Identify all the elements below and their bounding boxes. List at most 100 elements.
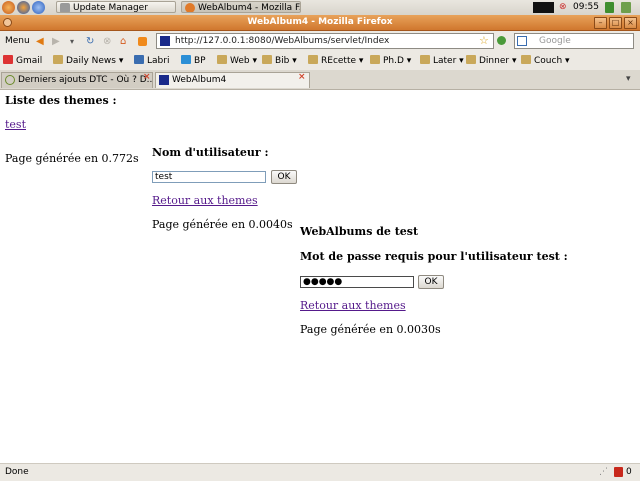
- url-text: http://127.0.0.1:8080/WebAlbums/servlet/…: [175, 36, 390, 46]
- chevron-down-icon: ▾: [115, 56, 124, 66]
- folder-icon: [521, 55, 531, 64]
- url-field[interactable]: http://127.0.0.1:8080/WebAlbums/servlet/…: [156, 33, 494, 49]
- tab-close-icon[interactable]: ×: [298, 73, 306, 82]
- adblock-icon[interactable]: [614, 467, 623, 477]
- folder-icon: [308, 55, 318, 64]
- bookmark-label: Later: [433, 56, 457, 66]
- bookmark-label: Web: [230, 56, 250, 66]
- folder-icon: [370, 55, 380, 64]
- webalbum-favicon: [159, 75, 169, 85]
- folder-icon: [420, 55, 430, 64]
- bookmark-phd[interactable]: Ph.D ▾: [370, 55, 411, 67]
- back-to-themes-link-1[interactable]: Retour aux themes: [152, 194, 258, 207]
- bookmark-recette[interactable]: REcette ▾: [308, 55, 363, 67]
- back-to-themes-link-2[interactable]: Retour aux themes: [300, 299, 406, 312]
- chevron-down-icon: ▾: [289, 56, 297, 66]
- bookmark-dinner[interactable]: Dinner ▾: [466, 55, 516, 67]
- generated-time-3: Page générée en 0.0030s: [300, 323, 441, 336]
- bookmark-later[interactable]: Later ▾: [420, 55, 464, 67]
- bookmark-gmail[interactable]: Gmail: [3, 55, 42, 67]
- bookmark-label: Labri: [147, 56, 170, 66]
- search-field[interactable]: Google: [514, 33, 634, 49]
- tab-close-icon[interactable]: ×: [143, 73, 151, 82]
- power-icon[interactable]: [605, 2, 614, 13]
- theme-link-test[interactable]: test: [5, 118, 26, 131]
- history-dropdown-icon[interactable]: ▾: [70, 37, 74, 47]
- bookmark-label: Couch: [534, 56, 563, 66]
- bookmark-couch[interactable]: Couch ▾: [521, 55, 570, 67]
- maximize-button[interactable]: □: [609, 17, 622, 29]
- bookmark-label: Ph.D: [383, 56, 404, 66]
- ubuntu-menu-icon[interactable]: [2, 1, 15, 14]
- dtc-favicon: [5, 75, 15, 85]
- password-label: Mot de passe requis pour l'utilisateur t…: [300, 250, 568, 263]
- feed-status-icon[interactable]: ⋰: [599, 467, 608, 477]
- search-engine-icon[interactable]: [517, 36, 527, 46]
- navigation-toolbar: Menu ◀ ▶ ▾ ↻ ⊗ ⌂ http://127.0.0.1:8080/W…: [0, 31, 640, 53]
- bookmark-bib[interactable]: Bib ▾: [262, 55, 297, 67]
- bookmark-web[interactable]: Web ▾: [217, 55, 257, 67]
- bookmark-star-icon[interactable]: ☆: [479, 34, 489, 48]
- reload-icon[interactable]: ↻: [86, 37, 94, 47]
- taskbar-firefox[interactable]: WebAlbum4 - Mozilla F...: [181, 1, 301, 13]
- chevron-down-icon: ▾: [509, 56, 517, 66]
- tab-strip: Derniers ajouts DTC - Où ? D... × WebAlb…: [0, 70, 640, 90]
- taskbar-update-manager[interactable]: Update Manager: [56, 1, 176, 13]
- password-input[interactable]: ●●●●●: [300, 276, 414, 288]
- chevron-down-icon: ▾: [562, 56, 570, 66]
- themes-heading: Liste des themes :: [5, 94, 117, 107]
- password-ok-button[interactable]: OK: [418, 275, 444, 289]
- page-content: Liste des themes : test Page générée en …: [0, 90, 640, 463]
- tray-block-icon[interactable]: [533, 2, 554, 13]
- bookmark-daily-news[interactable]: Daily News ▾: [53, 55, 123, 67]
- taskbar-update-manager-label: Update Manager: [73, 3, 148, 13]
- username-label: Nom d'utilisateur :: [152, 146, 269, 159]
- bookmark-label: BP: [194, 56, 206, 66]
- update-manager-icon: [60, 3, 70, 12]
- bookmark-label: Dinner: [479, 56, 510, 66]
- generated-time-2: Page générée en 0.0040s: [152, 218, 293, 231]
- folder-icon: [53, 55, 63, 64]
- username-ok-button[interactable]: OK: [271, 170, 297, 184]
- site-favicon: [160, 36, 170, 46]
- chevron-down-icon: ▾: [403, 56, 412, 66]
- search-input[interactable]: Google: [539, 34, 571, 48]
- firefox-icon: [185, 3, 195, 12]
- tab-list-chevron-icon[interactable]: ▾: [626, 74, 631, 84]
- chevron-down-icon: ▾: [356, 56, 364, 66]
- labri-icon: [134, 55, 144, 64]
- home-icon[interactable]: ⌂: [120, 37, 126, 47]
- stop-icon[interactable]: ⊗: [103, 37, 111, 47]
- generated-time-1: Page générée en 0.772s: [5, 152, 139, 165]
- album-title: WebAlbums de test: [300, 225, 419, 238]
- bookmark-labri[interactable]: Labri: [134, 55, 169, 67]
- gmail-icon: [3, 55, 13, 64]
- bookmark-label: REcette: [321, 56, 357, 66]
- error-counter[interactable]: 0: [626, 466, 632, 479]
- back-icon[interactable]: ◀: [36, 37, 44, 47]
- rss-icon[interactable]: [138, 37, 147, 46]
- help-launcher-icon[interactable]: [32, 1, 45, 14]
- chevron-down-icon: ▾: [456, 56, 464, 66]
- bp-icon: [181, 55, 191, 64]
- status-bar: Done ⋰ 0: [0, 463, 640, 481]
- bookmarks-toolbar: Gmail Daily News ▾ Labri BP Web ▾ Bib ▾ …: [0, 52, 640, 71]
- forward-icon[interactable]: ▶: [52, 37, 60, 47]
- firefox-launcher-icon[interactable]: [17, 1, 30, 14]
- folder-icon: [466, 55, 476, 64]
- window-title-bar[interactable]: WebAlbum4 - Mozilla Firefox – □ ×: [0, 15, 640, 31]
- folder-icon: [262, 55, 272, 64]
- close-button[interactable]: ×: [624, 17, 637, 29]
- username-input[interactable]: test: [152, 171, 266, 183]
- tab-derniers-ajouts[interactable]: Derniers ajouts DTC - Où ? D...: [1, 72, 153, 88]
- minimize-button[interactable]: –: [594, 17, 607, 29]
- go-icon[interactable]: [497, 36, 506, 45]
- tab-webalbum4[interactable]: WebAlbum4: [155, 72, 310, 88]
- trash-icon[interactable]: [621, 2, 631, 13]
- clock[interactable]: 09:55: [573, 1, 599, 14]
- menu-button[interactable]: Menu: [5, 35, 30, 47]
- volume-mute-icon[interactable]: ⊗: [559, 2, 567, 13]
- system-panel: Update Manager WebAlbum4 - Mozilla F... …: [0, 0, 640, 16]
- bookmark-bp[interactable]: BP: [181, 55, 206, 67]
- status-text: Done: [5, 467, 29, 477]
